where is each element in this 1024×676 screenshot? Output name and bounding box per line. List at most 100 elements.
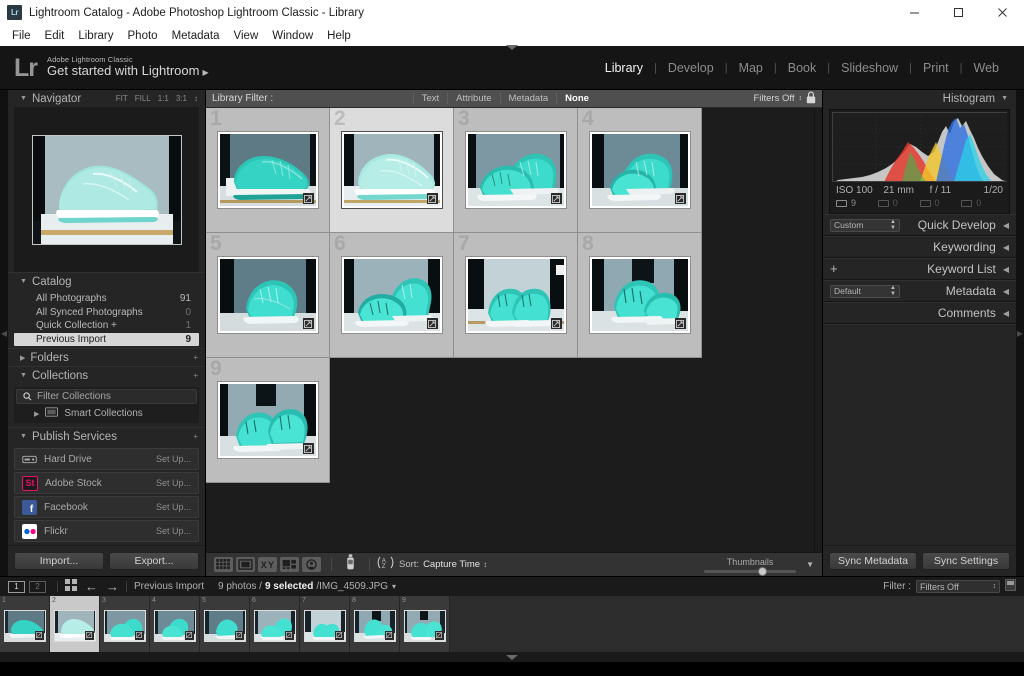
maximize-button[interactable] (936, 0, 980, 26)
crop-badge[interactable] (302, 193, 314, 204)
crop-badge[interactable] (234, 630, 244, 640)
top-panel-toggle[interactable] (506, 45, 518, 50)
publish-service-setup[interactable]: Set Up... (156, 478, 191, 488)
thumbnail-image[interactable] (588, 256, 691, 334)
crop-badge[interactable] (426, 193, 438, 204)
slider-knob[interactable] (758, 566, 768, 576)
spray-can-icon[interactable] (345, 554, 356, 575)
filmstrip-filter-stepper-icon[interactable]: ↕ (993, 583, 997, 590)
survey-view-icon[interactable] (280, 557, 299, 572)
filmstrip-thumbnail[interactable] (203, 609, 246, 642)
filmstrip-cell-4[interactable]: 4 (150, 596, 200, 652)
publish-service-flickr[interactable]: Flickr Set Up... (14, 520, 199, 542)
thumbnail-size-control[interactable]: Thumbnails (704, 557, 798, 576)
filmstrip-cell-8[interactable]: 8 (350, 596, 400, 652)
menu-library[interactable]: Library (71, 28, 120, 44)
metadata-preset-combo[interactable]: Default ▲ ▼ (830, 284, 900, 298)
crop-badge[interactable] (426, 318, 438, 329)
navigator-header[interactable]: ▼ Navigator FIT FILL 1:1 3:1 ↕ (8, 90, 205, 107)
loupe-view-icon[interactable] (236, 557, 255, 572)
az-sort-icon[interactable]: AZ (377, 555, 394, 575)
grid-cell-8[interactable]: 8 (578, 233, 702, 358)
publish-service-setup[interactable]: Set Up... (156, 526, 191, 536)
sync-metadata-button[interactable]: Sync Metadata (829, 552, 917, 570)
grid-cell-6[interactable]: 6 (330, 233, 454, 358)
module-library[interactable]: Library (594, 61, 654, 75)
filmstrip-filter-swatch-icon[interactable] (1005, 578, 1016, 596)
module-slideshow[interactable]: Slideshow (830, 61, 909, 75)
histogram-header[interactable]: Histogram ▼ (823, 90, 1016, 107)
crop-badge[interactable] (550, 318, 562, 329)
menu-file[interactable]: File (5, 28, 38, 44)
publish-service-facebook[interactable]: f Facebook Set Up... (14, 496, 199, 518)
publish-services-add-icon[interactable]: + (193, 432, 198, 441)
filter-collections-input[interactable]: Filter Collections (16, 389, 197, 404)
filmstrip-cell-1[interactable]: 1 (0, 596, 50, 652)
thumbnail-image[interactable] (216, 381, 319, 459)
crop-badge[interactable] (384, 630, 394, 640)
quick-develop-section[interactable]: Custom ▲ ▼ Quick Develop ◀ (823, 214, 1016, 236)
crop-badge[interactable] (434, 630, 444, 640)
screen-one-button[interactable]: 1 (8, 580, 25, 593)
menu-window[interactable]: Window (265, 28, 320, 44)
filmstrip-thumbnail[interactable] (153, 609, 196, 642)
module-print[interactable]: Print (912, 61, 960, 75)
metadata-section[interactable]: Default ▲ ▼ Metadata ◀ (823, 280, 1016, 302)
publish-service-adobe-stock[interactable]: St Adobe Stock Set Up... (14, 472, 199, 494)
crop-badge[interactable] (184, 630, 194, 640)
thumbnail-image[interactable] (216, 256, 319, 334)
filmstrip-grid-icon[interactable] (65, 578, 77, 596)
crop-badge[interactable] (302, 318, 314, 329)
filename-caret-icon[interactable]: ▾ (392, 582, 396, 591)
filmstrip-thumbnail[interactable] (353, 609, 396, 642)
filters-stepper-icon[interactable]: ↕ (798, 95, 802, 102)
filmstrip-cell-6[interactable]: 6 (250, 596, 300, 652)
crop-badge[interactable] (134, 630, 144, 640)
filmstrip-cell-2[interactable]: 2 (50, 596, 100, 652)
crop-badge[interactable] (284, 630, 294, 640)
people-view-icon[interactable] (302, 557, 321, 572)
minimize-button[interactable] (892, 0, 936, 26)
folders-header[interactable]: ▶ Folders + (8, 349, 205, 366)
folders-twisty-icon[interactable]: ▶ (20, 354, 25, 362)
crop-badge[interactable] (550, 193, 562, 204)
chevron-down-icon[interactable]: ▼ (806, 560, 814, 569)
identity-plate[interactable]: Lr Adobe Lightroom Classic Get started w… (0, 55, 209, 80)
grid-scrollbar[interactable] (814, 108, 822, 552)
navigator-preview[interactable] (14, 107, 199, 272)
thumbnail-image[interactable] (464, 256, 567, 334)
publish-service-hard-drive[interactable]: Hard Drive Set Up... (14, 448, 199, 470)
crop-badge[interactable] (674, 193, 686, 204)
crop-badge[interactable] (334, 630, 344, 640)
left-panel-toggle[interactable]: ◀ (0, 90, 8, 576)
export-button[interactable]: Export... (109, 552, 199, 570)
grid-view-icon[interactable] (214, 557, 233, 572)
screen-two-button[interactable]: 2 (29, 580, 46, 593)
menu-view[interactable]: View (227, 28, 266, 44)
navigator-zoom-stepper[interactable]: ↕ (194, 94, 198, 103)
import-button[interactable]: Import... (14, 552, 104, 570)
navigate-back-icon[interactable]: ← (85, 580, 98, 593)
catalog-header[interactable]: ▼ Catalog (8, 273, 205, 290)
filmstrip-cell-7[interactable]: 7 (300, 596, 350, 652)
crop-badge[interactable] (84, 630, 94, 640)
module-map[interactable]: Map (728, 61, 774, 75)
library-filter-state[interactable]: Filters Off ↕ (753, 91, 816, 107)
keyword-list-twisty-icon[interactable]: ◀ (1003, 265, 1009, 274)
grid-cell-9[interactable]: 9 (206, 358, 330, 483)
collections-header[interactable]: ▼ Collections + (8, 367, 205, 384)
publish-services-twisty-icon[interactable]: ▼ (20, 433, 27, 440)
thumbnail-image[interactable] (464, 131, 567, 209)
menu-photo[interactable]: Photo (121, 28, 165, 44)
thumbnail-image[interactable] (588, 131, 691, 209)
filmstrip-toggle[interactable] (0, 652, 1024, 662)
collections-add-icon[interactable]: + (193, 371, 198, 380)
library-filter-tab-none[interactable]: None (556, 93, 597, 104)
filmstrip-thumbnail[interactable] (103, 609, 146, 642)
navigator-zoom-1-1[interactable]: 1:1 (158, 94, 169, 103)
grid-cell-2[interactable]: 2 (330, 108, 454, 233)
keywording-section[interactable]: Keywording ◀ (823, 236, 1016, 258)
smart-collections-item[interactable]: ▶ Smart Collections (16, 406, 197, 421)
library-filter-tab-text[interactable]: Text (412, 93, 447, 104)
navigator-zoom-fit[interactable]: FIT (116, 94, 128, 103)
